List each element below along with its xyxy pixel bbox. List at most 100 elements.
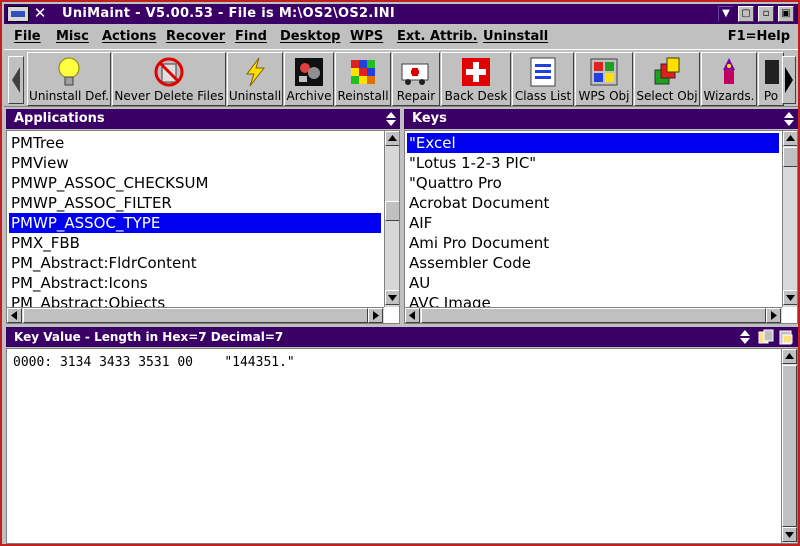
wizards-button[interactable]: Wizards. [701, 52, 757, 106]
scroll-thumb[interactable] [23, 308, 368, 323]
applications-vertical-scrollbar[interactable] [384, 131, 399, 307]
toolbar-scroll-left-button[interactable] [8, 56, 24, 104]
menu-desktop[interactable]: Desktop [280, 29, 340, 44]
uninstall-def-button[interactable]: Uninstall Def. [27, 52, 111, 106]
keys-list[interactable]: "Excel "Lotus 1-2-3 PIC" "Quattro Pro Ac… [404, 130, 798, 324]
list-item[interactable]: "Lotus 1-2-3 PIC" [407, 153, 536, 173]
hide-button[interactable]: ▢ [738, 6, 754, 22]
list-item[interactable]: PMView [9, 153, 69, 173]
menu-ext-attrib[interactable]: Ext. Attrib. [397, 29, 478, 44]
sort-updown-icon[interactable] [782, 111, 796, 127]
copy-icon[interactable] [758, 329, 774, 345]
list-item[interactable]: PMWP_ASSOC_FILTER [9, 193, 172, 213]
list-item[interactable]: PMX_FBB [9, 233, 80, 253]
reinstall-button[interactable]: Reinstall [335, 52, 391, 106]
scroll-thumb[interactable] [385, 201, 399, 221]
wps-object-icon [590, 58, 618, 86]
paste-icon[interactable] [778, 329, 794, 345]
applications-title: Applications [14, 111, 105, 126]
scroll-down-button[interactable] [385, 290, 399, 305]
scroll-thumb[interactable] [782, 365, 797, 527]
menu-uninstall[interactable]: Uninstall [483, 29, 548, 44]
never-delete-files-button[interactable]: Never Delete Files [112, 52, 226, 106]
archive-button[interactable]: Archive [284, 52, 334, 106]
arrow-up-icon [786, 135, 795, 141]
key-value-hex-line[interactable]: 0000: 3134 3433 3531 00 "144351." [13, 355, 295, 370]
close-icon[interactable]: ✕ [32, 5, 48, 22]
scroll-thumb[interactable] [421, 308, 766, 323]
list-item-selected[interactable]: PMWP_ASSOC_TYPE [9, 213, 381, 233]
applications-list[interactable]: PMTree PMView PMWP_ASSOC_CHECKSUM PMWP_A… [6, 130, 400, 324]
key-value-vertical-scrollbar[interactable] [781, 349, 797, 543]
scroll-thumb[interactable] [783, 147, 797, 167]
keys-horizontal-scrollbar[interactable] [405, 307, 782, 323]
key-value-editor[interactable]: 0000: 3134 3433 3531 00 "144351." [6, 348, 798, 544]
scroll-up-button[interactable] [783, 131, 797, 146]
select-obj-button[interactable]: Select Obj [634, 52, 700, 106]
wizard-icon [723, 58, 735, 84]
scroll-down-button[interactable] [783, 290, 797, 305]
applications-horizontal-scrollbar[interactable] [7, 307, 384, 323]
list-item[interactable]: Ami Pro Document [407, 233, 549, 253]
wps-obj-button[interactable]: WPS Obj [575, 52, 633, 106]
application-window: ✕ UniMaint - V5.00.53 - File is M:\OS2\O… [0, 0, 800, 546]
maximize-button[interactable]: ▣ [778, 6, 794, 22]
window-list-button[interactable]: ▼ [718, 6, 734, 22]
toolbar-scroll-right-button[interactable] [782, 56, 796, 104]
sort-updown-icon[interactable] [384, 111, 398, 127]
minimize-button[interactable]: ▫ [758, 6, 774, 22]
menu-misc[interactable]: Misc [56, 29, 89, 44]
menu-actions[interactable]: Actions [102, 29, 156, 44]
scroll-down-button[interactable] [782, 527, 797, 542]
chevron-left-icon [12, 67, 20, 93]
class-list-icon [530, 57, 556, 87]
arrow-left-icon [11, 311, 17, 320]
list-item[interactable]: "Quattro Pro [407, 173, 502, 193]
applications-header: Applications [6, 109, 400, 129]
toolbar: Uninstall Def. Never Delete Files Uninst… [4, 49, 798, 107]
menu-recover[interactable]: Recover [166, 29, 225, 44]
scroll-right-button[interactable] [368, 308, 383, 323]
list-item[interactable]: PM_Abstract:FldrContent [9, 253, 197, 273]
back-desk-button[interactable]: Back Desk [441, 52, 511, 106]
list-item[interactable]: PMTree [9, 133, 64, 153]
window-title: UniMaint - V5.00.53 - File is M:\OS2\OS2… [62, 6, 396, 21]
select-obj-label: Select Obj [636, 89, 698, 103]
uninstall-button[interactable]: Uninstall [227, 52, 283, 106]
select-object-icon [654, 57, 680, 85]
key-value-header: Key Value - Length in Hex=7 Decimal=7 [6, 327, 798, 347]
arrow-up-icon [785, 353, 794, 359]
ambulance-icon [401, 63, 429, 85]
arrow-left-icon [409, 311, 415, 320]
help-hint[interactable]: F1=Help [728, 29, 790, 44]
menu-find[interactable]: Find [235, 29, 267, 44]
list-item[interactable]: Assembler Code [407, 253, 531, 273]
list-item[interactable]: Acrobat Document [407, 193, 549, 213]
po-button[interactable]: Po [758, 52, 784, 106]
repair-button[interactable]: Repair [392, 52, 440, 106]
keys-header: Keys [404, 109, 798, 129]
scroll-left-button[interactable] [405, 308, 420, 323]
sort-updown-icon[interactable] [738, 329, 752, 345]
lightbulb-icon [58, 57, 80, 86]
archive-label: Archive [286, 89, 332, 103]
list-item[interactable]: PMWP_ASSOC_CHECKSUM [9, 173, 208, 193]
scroll-up-button[interactable] [385, 131, 399, 146]
menu-file[interactable]: File [14, 29, 41, 44]
list-item-selected[interactable]: "Excel [407, 133, 779, 153]
chevron-right-icon [785, 67, 793, 93]
class-list-button[interactable]: Class List [512, 52, 574, 106]
lightning-icon [246, 57, 266, 87]
scroll-up-button[interactable] [782, 349, 797, 364]
scroll-right-button[interactable] [766, 308, 781, 323]
scroll-left-button[interactable] [7, 308, 22, 323]
menu-wps[interactable]: WPS [350, 29, 383, 44]
list-item[interactable]: AIF [407, 213, 432, 233]
wizards-label: Wizards. [703, 89, 755, 103]
keys-vertical-scrollbar[interactable] [782, 131, 797, 307]
list-item[interactable]: AU [407, 273, 430, 293]
system-menu-icon[interactable] [7, 6, 29, 22]
repair-label: Repair [396, 89, 436, 103]
title-bar[interactable]: ✕ UniMaint - V5.00.53 - File is M:\OS2\O… [4, 4, 798, 24]
list-item[interactable]: PM_Abstract:Icons [9, 273, 148, 293]
